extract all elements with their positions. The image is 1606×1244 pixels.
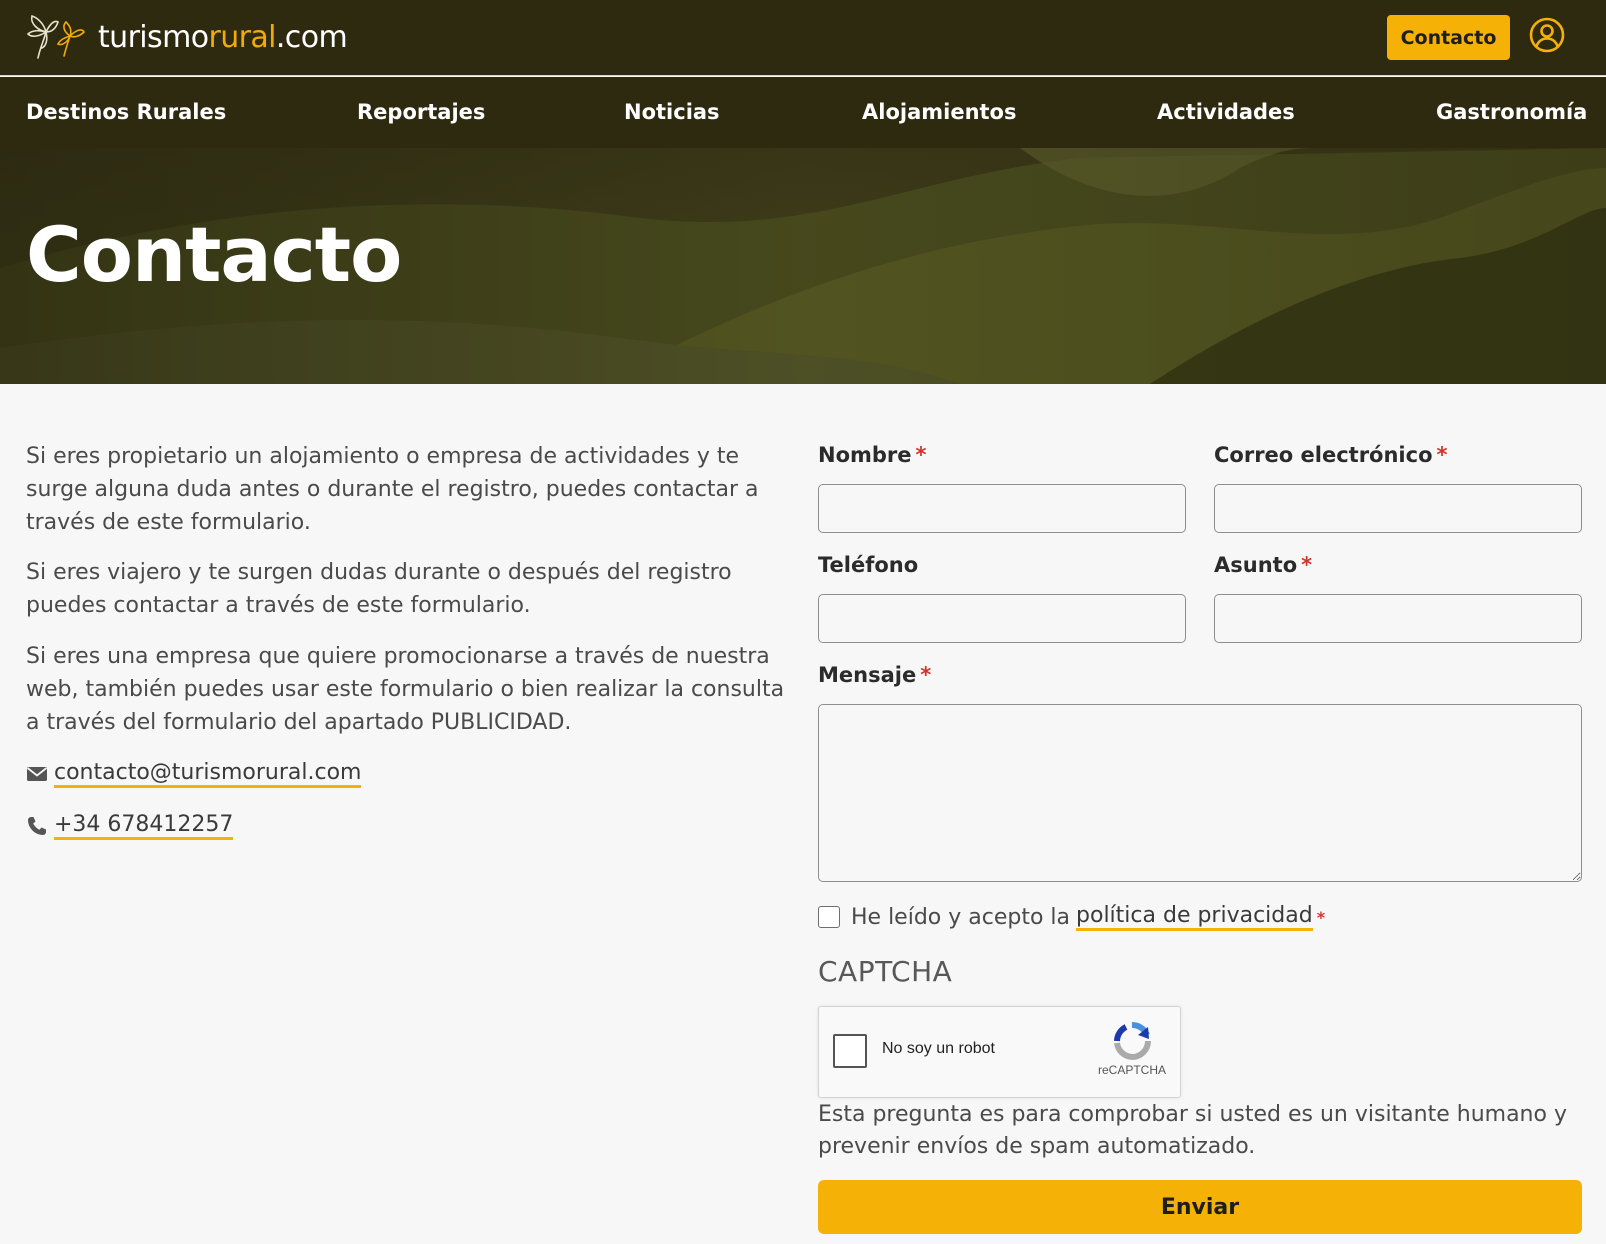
recaptcha-logo-icon [1114, 1021, 1151, 1060]
nav-item-gastronomia[interactable]: Gastronomía [1436, 77, 1587, 148]
phone-icon [28, 817, 46, 835]
submit-button[interactable]: Enviar [818, 1180, 1582, 1234]
page-title: Contacto [26, 210, 402, 299]
phone-link[interactable]: +34 678412257 [54, 812, 234, 840]
email-input[interactable] [1214, 484, 1582, 533]
required-mark: * [1436, 443, 1448, 467]
name-input[interactable] [818, 484, 1186, 533]
recaptcha-label: No soy un robot [882, 1040, 995, 1057]
privacy-checkbox[interactable] [818, 906, 840, 928]
message-textarea[interactable] [818, 704, 1582, 882]
main-nav: Destinos Rurales Reportajes Noticias Alo… [0, 77, 1606, 148]
nav-item-noticias[interactable]: Noticias [624, 77, 720, 148]
message-label: Mensaje * [818, 663, 932, 687]
intro-paragraph-companies: Si eres una empresa que quiere promocion… [26, 644, 785, 735]
nav-item-reportajes[interactable]: Reportajes [357, 77, 485, 148]
site-logo[interactable]: turismorural.com [24, 12, 348, 62]
subject-input[interactable] [1214, 594, 1582, 643]
hero-banner: Contacto [0, 148, 1606, 384]
required-mark: * [1316, 907, 1326, 927]
privacy-text: He leído y acepto la [851, 904, 1071, 930]
phone-input[interactable] [818, 594, 1186, 643]
recaptcha-brand: reCAPTCHA [1098, 1063, 1167, 1077]
privacy-row: He leído y acepto la política de privaci… [818, 902, 1325, 932]
subject-label: Asunto * [1214, 553, 1313, 577]
user-circle-icon[interactable] [1529, 17, 1565, 53]
captcha-description: Esta pregunta es para comprobar si usted… [818, 1102, 1567, 1159]
envelope-icon [26, 767, 48, 781]
captcha-heading: CAPTCHA [818, 955, 953, 988]
email-label: Correo electrónico * [1214, 443, 1448, 467]
header-contact-button[interactable]: Contacto [1387, 15, 1510, 60]
logo-text: turismorural.com [98, 19, 348, 55]
email-link[interactable]: contacto@turismorural.com [54, 760, 362, 788]
top-bar: turismorural.com Contacto [0, 0, 1606, 76]
required-mark: * [915, 443, 927, 467]
recaptcha-checkbox[interactable] [833, 1034, 867, 1068]
intro-paragraph-travelers: Si eres viajero y te surgen dudas durant… [26, 560, 732, 618]
flower-logo-icon [26, 14, 85, 59]
nav-item-actividades[interactable]: Actividades [1157, 77, 1295, 148]
recaptcha-widget: No soy un robot reCAPTCHA [818, 1006, 1181, 1098]
privacy-policy-link[interactable]: política de privacidad [1076, 903, 1313, 931]
name-label: Nombre * [818, 443, 927, 467]
nav-item-destinos-rurales[interactable]: Destinos Rurales [26, 77, 226, 148]
phone-line: +34 678412257 [26, 811, 234, 841]
intro-paragraph-owners: Si eres propietario un alojamiento o emp… [26, 444, 759, 535]
required-mark: * [1301, 553, 1313, 577]
nav-item-alojamientos[interactable]: Alojamientos [862, 77, 1017, 148]
required-mark: * [920, 663, 932, 687]
phone-label: Teléfono [818, 553, 919, 577]
email-line: contacto@turismorural.com [26, 759, 362, 789]
